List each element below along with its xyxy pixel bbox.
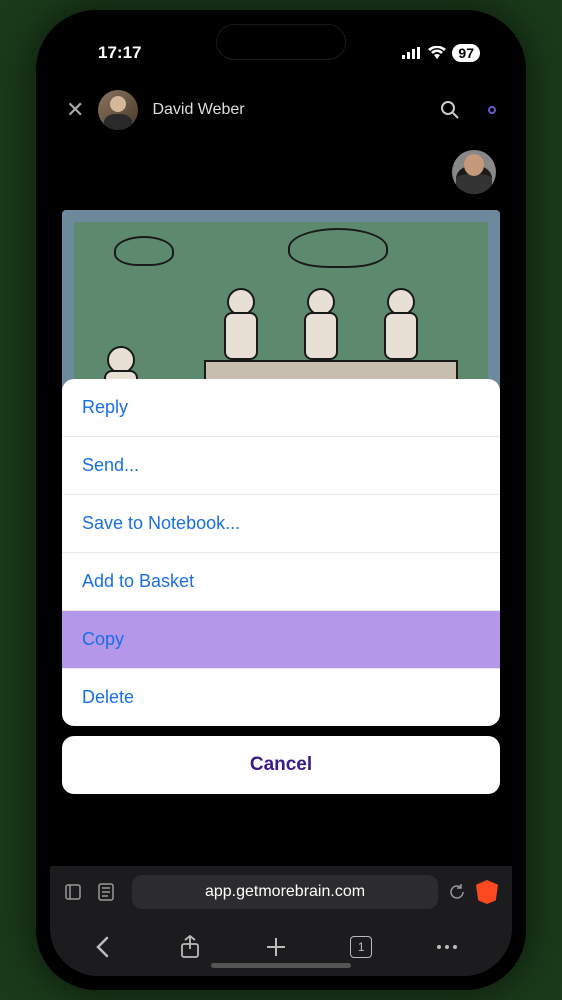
reader-icon[interactable]: [98, 883, 122, 901]
action-save-notebook[interactable]: Save to Notebook...: [62, 495, 500, 553]
action-cancel[interactable]: Cancel: [62, 736, 500, 794]
action-sheet-group: Reply Send... Save to Notebook... Add to…: [62, 379, 500, 726]
action-reply[interactable]: Reply: [62, 379, 500, 437]
app-header: ✕ David Weber: [50, 82, 512, 138]
screen: 17:17 97 ✕ David Weber: [50, 24, 512, 976]
brave-shield-icon[interactable]: [476, 880, 498, 904]
action-sheet: Reply Send... Save to Notebook... Add to…: [62, 379, 500, 794]
action-delete[interactable]: Delete: [62, 669, 500, 726]
dynamic-island: [216, 24, 346, 60]
wifi-icon: [428, 46, 446, 60]
content-area: Reply Send... Save to Notebook... Add to…: [50, 138, 512, 866]
share-icon[interactable]: [180, 935, 212, 959]
action-copy[interactable]: Copy: [62, 611, 500, 669]
status-right: 97: [402, 44, 480, 62]
menu-dot-icon[interactable]: [488, 106, 496, 114]
back-icon[interactable]: [95, 936, 127, 958]
more-icon[interactable]: [435, 944, 467, 950]
phone-frame: 17:17 97 ✕ David Weber: [36, 10, 526, 990]
action-send[interactable]: Send...: [62, 437, 500, 495]
sender-avatar[interactable]: [452, 150, 496, 194]
reload-icon[interactable]: [448, 883, 466, 901]
home-indicator[interactable]: [211, 963, 351, 968]
battery-level: 97: [452, 44, 480, 62]
status-time: 17:17: [98, 43, 141, 63]
close-icon[interactable]: ✕: [66, 97, 84, 123]
bookmark-icon[interactable]: [64, 883, 88, 901]
avatar[interactable]: [98, 90, 138, 130]
action-add-basket[interactable]: Add to Basket: [62, 553, 500, 611]
contact-name: David Weber: [152, 101, 426, 119]
url-field[interactable]: app.getmorebrain.com: [132, 875, 438, 909]
new-tab-icon[interactable]: [265, 936, 297, 958]
tabs-icon[interactable]: 1: [350, 936, 382, 958]
browser-address-bar: app.getmorebrain.com: [50, 866, 512, 918]
cellular-icon: [402, 47, 422, 59]
search-icon[interactable]: [440, 100, 460, 120]
